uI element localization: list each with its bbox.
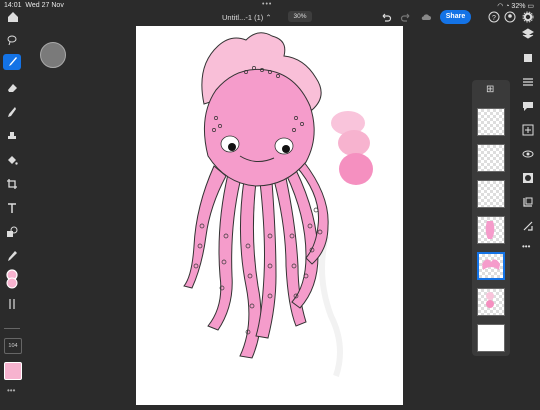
brush-size-field[interactable]: 104 — [4, 338, 22, 354]
top-bar: Untitl...-1 (1) ⌃ 30% Share ? — [0, 10, 540, 26]
svg-text:?: ? — [492, 15, 496, 22]
layer-thumb-frill-preview — [482, 259, 500, 270]
paint-bucket-icon — [8, 156, 18, 165]
document-title[interactable]: Untitl...-1 (1) ⌃ — [222, 13, 272, 22]
clone-tool[interactable] — [3, 128, 21, 144]
layer-thumb-swatches-preview — [486, 292, 494, 308]
eyedropper-tool[interactable] — [3, 248, 21, 264]
document-title-text: Untitl...-1 (1) — [222, 13, 264, 22]
adjustments-icon[interactable] — [522, 76, 534, 88]
more-tools-icon[interactable]: ••• — [7, 386, 15, 395]
eyedropper-icon — [8, 251, 17, 261]
help-icon[interactable]: ? — [488, 11, 500, 23]
adjust-tool[interactable] — [3, 296, 21, 312]
share-button[interactable]: Share — [440, 10, 471, 24]
type-icon — [8, 203, 16, 213]
crop-tool[interactable] — [3, 176, 21, 192]
layer-thumb-eyes[interactable] — [477, 108, 505, 136]
layer-thumb-frill[interactable] — [477, 252, 505, 280]
fill-tool[interactable] — [3, 152, 21, 168]
layer-thumb-tentacles-preview — [485, 221, 495, 239]
home-icon[interactable] — [6, 10, 20, 24]
octopus-artwork — [183, 32, 373, 377]
battery-percent: 32% — [511, 3, 526, 10]
status-bar: 14:01 Wed 27 Nov ••• ◠ ◔ 32% ▭ — [0, 0, 540, 10]
status-datetime: 14:01 Wed 27 Nov — [4, 2, 64, 9]
cloud-icon[interactable] — [420, 11, 432, 23]
foreground-color-swatch[interactable] — [4, 362, 22, 380]
mask-icon[interactable] — [522, 172, 534, 184]
lasso-icon — [7, 35, 17, 46]
layer-thumb-sketch[interactable] — [477, 144, 505, 172]
layers-icon[interactable] — [522, 28, 534, 40]
smudge-tool[interactable] — [3, 104, 21, 120]
layer-thumb-background[interactable] — [477, 324, 505, 352]
type-tool[interactable] — [3, 200, 21, 216]
brush-tool[interactable] — [3, 54, 21, 70]
color-chips-icon — [6, 269, 18, 289]
brush-size-preview — [40, 42, 66, 68]
layers-panel: ⊞ — [472, 80, 510, 356]
redo-icon[interactable] — [400, 11, 412, 23]
visibility-icon[interactable] — [522, 148, 534, 160]
add-layer-side-icon[interactable] — [522, 124, 534, 136]
layer-thumb-swatches[interactable] — [477, 288, 505, 316]
user-icon[interactable] — [504, 11, 516, 23]
layer-thumb-empty[interactable] — [477, 180, 505, 208]
settings-icon[interactable] — [522, 11, 534, 23]
multitask-dots[interactable]: ••• — [262, 1, 272, 8]
merge-icon[interactable] — [522, 220, 534, 232]
eraser-tool[interactable] — [3, 80, 21, 96]
eraser-icon — [8, 84, 17, 92]
add-layer-icon[interactable]: ⊞ — [486, 84, 494, 95]
more-options-icon[interactable]: ••• — [522, 242, 530, 251]
shapes-icon — [7, 226, 18, 237]
shapes-tool[interactable] — [3, 224, 21, 240]
layer-properties-icon[interactable] — [522, 52, 534, 64]
lasso-tool[interactable] — [3, 32, 21, 48]
crop-icon — [7, 179, 17, 189]
brush-icon — [9, 57, 17, 66]
zoom-level[interactable]: 30% — [288, 11, 312, 22]
clone-stamp-icon — [8, 132, 16, 139]
sliders-icon — [9, 299, 15, 309]
comments-icon[interactable] — [522, 100, 534, 112]
right-toolbar: ••• — [516, 26, 540, 405]
status-right: ◠ ◔ 32% ▭ — [497, 3, 534, 10]
toolbar-divider — [4, 328, 20, 329]
status-date: Wed 27 Nov — [25, 2, 64, 9]
canvas[interactable] — [136, 26, 403, 405]
undo-icon[interactable] — [380, 11, 392, 23]
smudge-icon — [8, 107, 16, 117]
status-time: 14:01 — [4, 2, 22, 9]
color-picker[interactable] — [3, 268, 21, 290]
clipping-icon[interactable] — [522, 196, 534, 208]
layer-thumb-tentacles[interactable] — [477, 216, 505, 244]
